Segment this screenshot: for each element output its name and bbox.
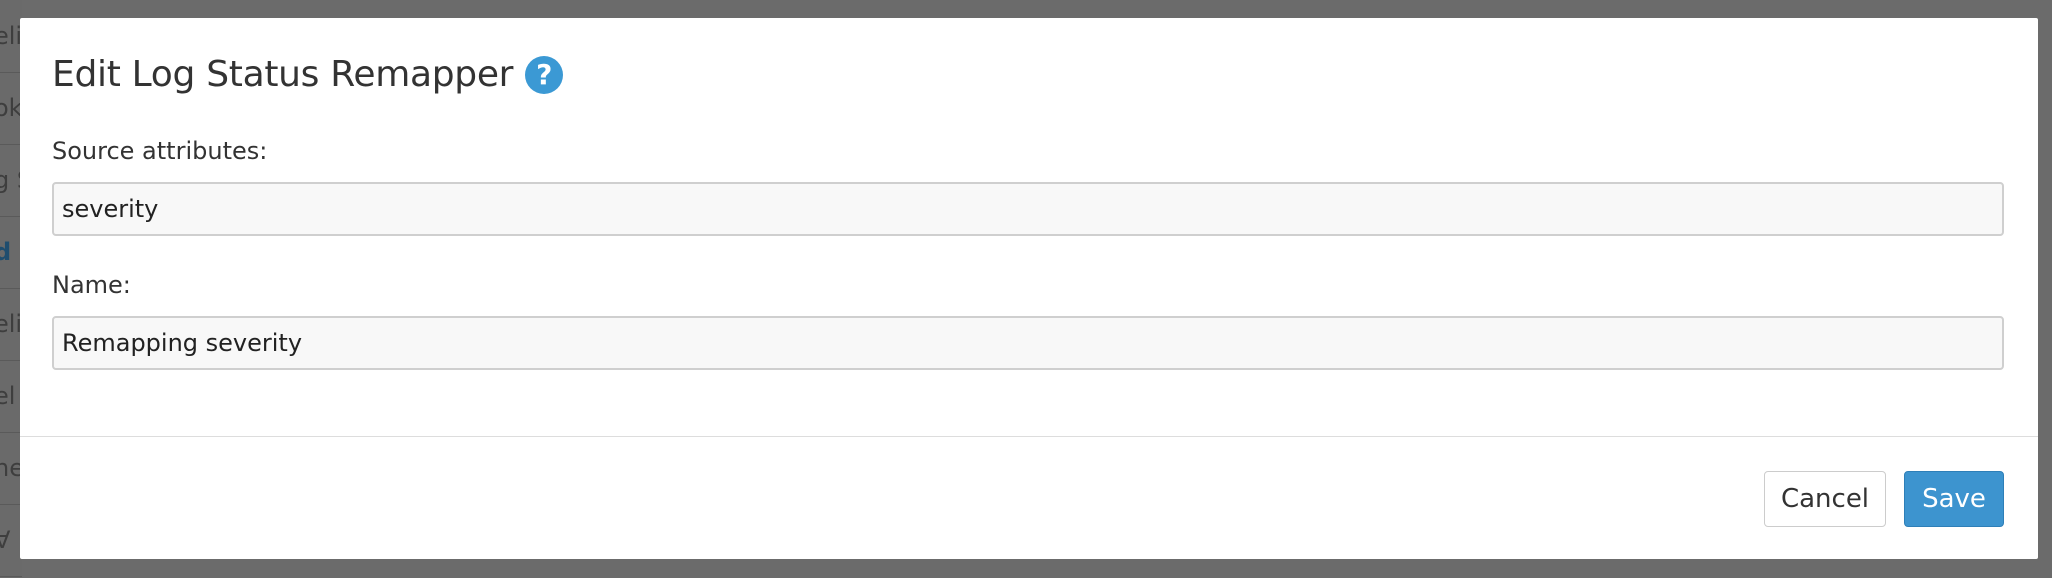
background-row-text: eli	[0, 22, 22, 50]
background-row-text: g S	[0, 166, 22, 194]
help-icon[interactable]: ?	[525, 55, 564, 94]
background-row: g S	[0, 144, 22, 217]
question-mark-glyph: ?	[536, 57, 553, 91]
background-row: ok	[0, 72, 22, 145]
background-row: eli	[0, 0, 22, 73]
source-attributes-input[interactable]	[52, 182, 2004, 236]
save-button[interactable]: Save	[1904, 471, 2004, 527]
background-page: eli ok g S d eli el he Ɐ	[0, 0, 22, 578]
edit-remapper-dialog: Edit Log Status Remapper ? Source attrib…	[20, 18, 2038, 559]
background-row: d	[0, 216, 22, 289]
source-attributes-label: Source attributes:	[52, 137, 268, 165]
cancel-button[interactable]: Cancel	[1764, 471, 1886, 527]
footer-divider	[20, 436, 2038, 437]
background-row: eli	[0, 288, 22, 361]
background-row-text: d	[0, 238, 11, 266]
background-row-text: Ɐ	[0, 526, 10, 554]
dialog-title: Edit Log Status Remapper	[52, 54, 514, 95]
name-input[interactable]	[52, 316, 2004, 370]
background-row-text: eli	[0, 310, 22, 338]
background-row: el	[0, 360, 22, 433]
name-label: Name:	[52, 271, 131, 299]
background-row: he	[0, 432, 22, 505]
background-row: Ɐ	[0, 504, 22, 577]
background-row-text: el	[0, 382, 16, 410]
background-row-text: ok	[0, 94, 22, 122]
background-row-text: he	[0, 454, 22, 482]
dialog-header: Edit Log Status Remapper ?	[52, 54, 564, 95]
